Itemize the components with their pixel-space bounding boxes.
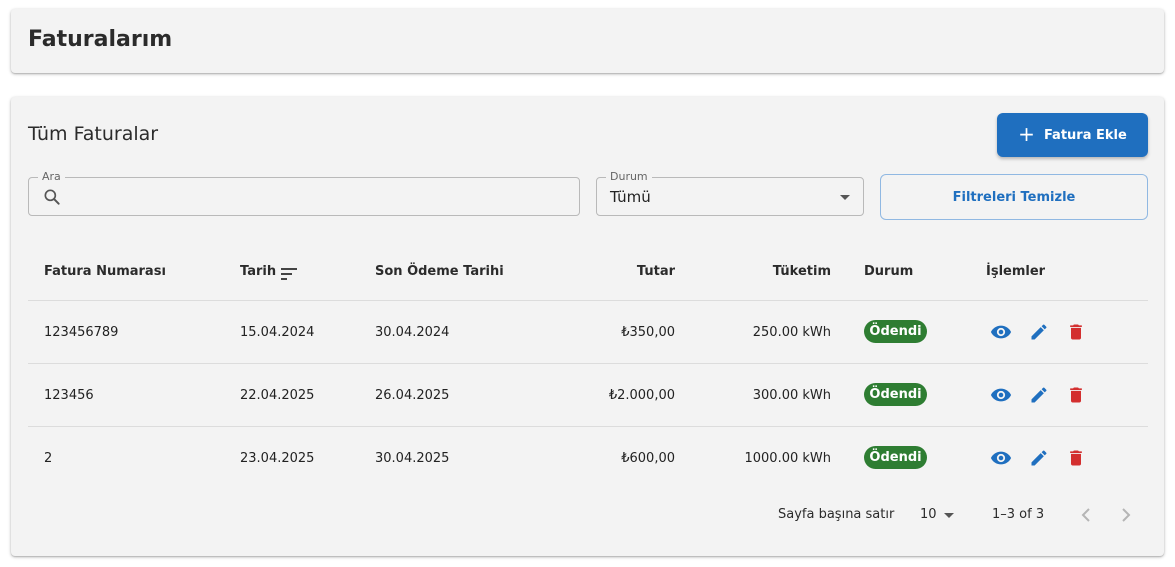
rows-per-page-select[interactable]: 10 [920,507,937,522]
search-field[interactable]: Ara [28,170,580,216]
sort-icon[interactable] [281,266,297,285]
status-selected-value: Tümü [610,188,651,206]
cell-amount: ₺600,00 [621,451,675,466]
invoices-card: Tüm Faturalar + Fatura Ekle Ara Durum Tü… [11,97,1164,556]
section-title: Tüm Faturalar [28,123,159,145]
cell-amount: ₺350,00 [621,325,675,340]
cell-consumption: 300.00 kWh [752,388,831,403]
add-invoice-button[interactable]: + Fatura Ekle [997,113,1148,157]
chevron-down-icon[interactable] [944,513,954,518]
cell-date: 15.04.2024 [240,325,315,340]
status-badge: Ödendi [864,383,927,406]
pencil-icon[interactable] [1028,447,1050,469]
col-actions: İşlemler [986,264,1046,279]
eye-icon[interactable] [990,321,1012,343]
pagination-range: 1–3 of 3 [992,507,1045,522]
cell-invoice-number: 123456 [44,388,94,403]
col-invoice-number: Fatura Numarası [44,264,166,279]
plus-icon: + [1018,122,1035,146]
chevron-down-icon [840,195,850,200]
trash-icon[interactable] [1065,384,1087,406]
cell-due-date: 30.04.2024 [375,325,450,340]
cell-invoice-number: 2 [44,451,53,466]
col-consumption: Tüketim [772,264,831,279]
page-title: Faturalarım [28,27,173,52]
cell-due-date: 26.04.2025 [375,388,450,403]
pencil-icon[interactable] [1028,321,1050,343]
status-badge: Ödendi [864,320,927,343]
status-select[interactable]: Durum Tümü [596,170,864,216]
eye-icon[interactable] [990,384,1012,406]
clear-filters-button[interactable]: Filtreleri Temizle [880,174,1148,220]
cell-invoice-number: 123456789 [44,325,119,340]
col-due-date: Son Ödeme Tarihi [375,264,504,279]
cell-amount: ₺2.000,00 [608,388,675,403]
table-divider [28,363,1148,364]
cell-date: 22.04.2025 [240,388,315,403]
eye-icon[interactable] [990,447,1012,469]
status-badge: Ödendi [864,446,927,469]
pencil-icon[interactable] [1028,384,1050,406]
chevron-right-icon[interactable] [1118,505,1134,529]
search-input[interactable] [73,184,568,210]
chevron-left-icon[interactable] [1078,505,1094,529]
header-card: Faturalarım [11,9,1164,73]
trash-icon[interactable] [1065,321,1087,343]
cell-consumption: 250.00 kWh [752,325,831,340]
table-divider [28,426,1148,427]
search-label: Ara [38,170,65,183]
col-status: Durum [864,264,914,279]
status-label: Durum [606,170,652,183]
col-amount: Tutar [636,264,675,279]
trash-icon[interactable] [1065,447,1087,469]
table-divider [28,300,1148,301]
search-icon [42,187,62,211]
rows-per-page-label: Sayfa başına satır [778,507,895,522]
add-invoice-label: Fatura Ekle [1043,127,1127,143]
cell-date: 23.04.2025 [240,451,315,466]
cell-consumption: 1000.00 kWh [744,451,831,466]
col-date[interactable]: Tarih [240,264,276,279]
cell-due-date: 30.04.2025 [375,451,450,466]
